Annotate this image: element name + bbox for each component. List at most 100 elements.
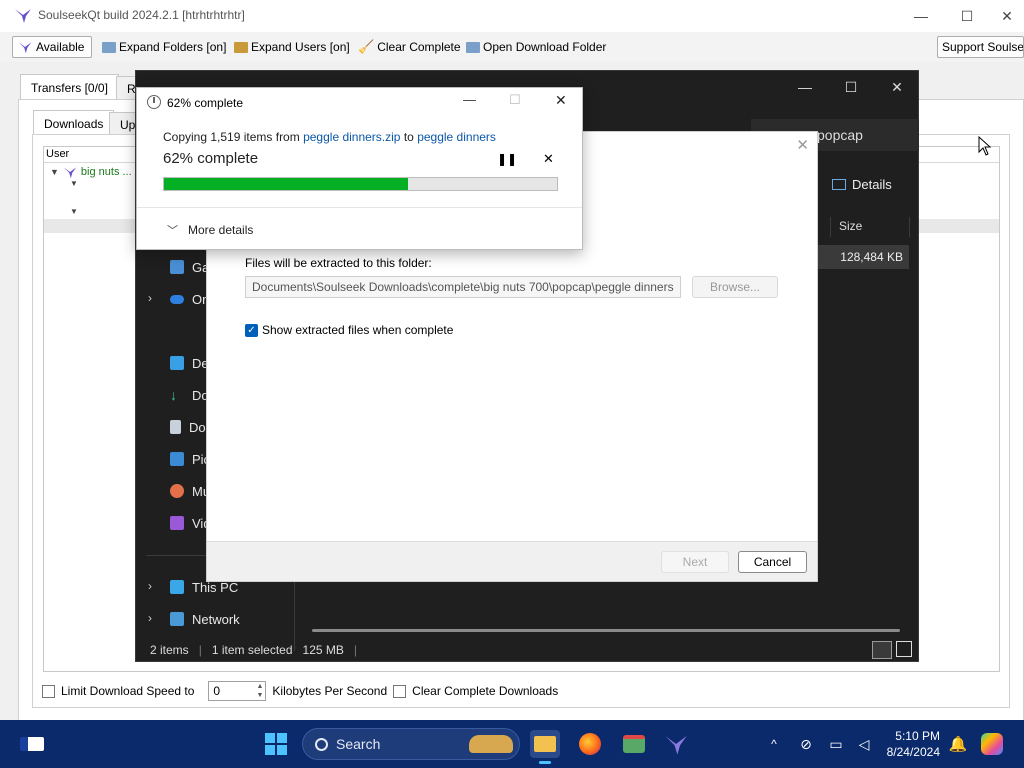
taskbar-search[interactable]: Search xyxy=(302,728,520,760)
explorer-status-bar: 2 items | 1 item selected 125 MB | xyxy=(150,643,358,657)
start-button[interactable] xyxy=(262,730,290,758)
close-button[interactable]: ✕ xyxy=(990,0,1024,32)
browse-label: Browse... xyxy=(709,280,760,294)
expand-folders-button[interactable]: Expand Folders [on] xyxy=(98,36,230,58)
source-link[interactable]: peggle dinners.zip xyxy=(303,130,400,144)
minimize-button[interactable]: — xyxy=(898,0,944,32)
explorer-maximize-button[interactable]: ☐ xyxy=(828,71,874,103)
nav-item-videos[interactable]: Vid xyxy=(170,511,211,535)
horizontal-scrollbar[interactable] xyxy=(312,629,900,632)
details-view-button[interactable] xyxy=(872,641,892,659)
tab-transfers[interactable]: Transfers [0/0] xyxy=(20,74,119,100)
notification-bell-icon[interactable]: 🔔 xyxy=(944,730,972,758)
folder-icon xyxy=(102,41,116,53)
volume-icon[interactable]: ◁ xyxy=(850,730,878,758)
pane-splitter[interactable] xyxy=(294,571,295,651)
windows-logo-icon xyxy=(265,733,287,755)
cancel-copy-icon[interactable]: ✕ xyxy=(543,151,554,167)
details-pane-button[interactable]: Details xyxy=(832,177,892,192)
explorer-minimize-button[interactable]: — xyxy=(782,71,828,103)
chevron-right-icon[interactable]: › xyxy=(148,579,152,593)
open-download-folder-button[interactable]: Open Download Folder xyxy=(462,36,610,58)
column-size-label: Size xyxy=(839,219,863,233)
wizard-footer: Next Cancel xyxy=(207,541,817,581)
desktop-icon xyxy=(170,356,184,370)
selected-file-size-cell[interactable]: 128,484 KB xyxy=(813,245,909,269)
clear-complete-button[interactable]: 🧹 Clear Complete xyxy=(354,36,465,58)
destination-label: Files will be extracted to this folder: xyxy=(245,256,432,270)
explorer-close-button[interactable]: ✕ xyxy=(874,71,920,103)
clear-complete-downloads-label: Clear Complete Downloads xyxy=(412,684,559,698)
copy-minimize-button[interactable]: — xyxy=(463,92,476,107)
available-button[interactable]: Available xyxy=(12,36,92,58)
download-options-row: Limit Download Speed to 0 ▲ ▼ Kilobytes P… xyxy=(42,680,558,702)
nav-item-pictures[interactable]: Pic xyxy=(170,447,210,471)
destination-path-field[interactable]: Documents\Soulseek Downloads\complete\bi… xyxy=(245,276,681,298)
next-button[interactable]: Next xyxy=(661,551,729,573)
more-details-button[interactable]: ﹀ More details xyxy=(167,222,253,238)
tiles-view-button[interactable] xyxy=(896,641,912,657)
nav-item-onedrive[interactable]: On xyxy=(170,287,209,311)
cancel-button[interactable]: Cancel xyxy=(738,551,807,573)
speed-limit-value: 0 xyxy=(213,684,221,698)
speed-unit-label: Kilobytes Per Second xyxy=(272,684,388,698)
destination-link[interactable]: peggle dinners xyxy=(417,130,496,144)
clock-time: 5:10 PM xyxy=(895,729,940,743)
show-hidden-icons-chevron-icon[interactable]: ^ xyxy=(760,730,788,758)
open-download-folder-label: Open Download Folder xyxy=(483,40,607,54)
nav-item-gallery[interactable]: Ga xyxy=(170,255,209,279)
tab-downloads[interactable]: Downloads xyxy=(33,110,115,136)
more-details-label: More details xyxy=(188,223,254,237)
window-title: SoulseekQt build 2024.2.1 [htrhtrhtrhtr] xyxy=(38,8,245,22)
file-explorer-taskbar-icon[interactable] xyxy=(530,730,560,764)
document-icon xyxy=(170,420,181,434)
maximize-button[interactable]: ☐ xyxy=(944,0,990,32)
pause-icon[interactable]: ❚❚ xyxy=(497,152,517,166)
folder-icon xyxy=(466,41,480,53)
nav-item-music[interactable]: Mu xyxy=(170,479,210,503)
system-clock[interactable]: 5:10 PM 8/24/2024 xyxy=(882,728,940,760)
copilot-icon[interactable] xyxy=(978,730,1006,758)
video-icon xyxy=(170,516,184,530)
clear-complete-checkbox[interactable] xyxy=(393,684,407,698)
nav-item-documents[interactable]: Do xyxy=(170,415,206,439)
list-item[interactable]: ▼ big nuts ... xyxy=(50,165,132,179)
chevron-right-icon[interactable]: › xyxy=(148,291,152,305)
expand-arrow-icon[interactable]: ▼ xyxy=(70,179,78,188)
expand-users-button[interactable]: Expand Users [on] xyxy=(230,36,354,58)
download-arrow-icon: ↓ xyxy=(170,387,177,403)
column-header-size[interactable]: Size xyxy=(830,217,910,237)
browse-button[interactable]: Browse... xyxy=(692,276,778,298)
pictures-icon xyxy=(170,452,184,466)
show-files-option[interactable]: ✓ Show extracted files when complete xyxy=(245,323,453,337)
checkbox-checked-icon[interactable]: ✓ xyxy=(245,323,258,337)
copy-close-button[interactable]: ✕ xyxy=(555,92,567,109)
details-label: Details xyxy=(852,177,892,192)
expand-arrow-icon[interactable]: ▼ xyxy=(50,167,59,177)
copy-maximize-button[interactable]: ☐ xyxy=(509,92,521,108)
chevron-right-icon[interactable]: › xyxy=(148,611,152,625)
mlb-widget-icon[interactable] xyxy=(18,730,46,758)
search-highlight-icon xyxy=(469,735,513,753)
display-icon[interactable]: ▭ xyxy=(822,730,850,758)
nav-item-downloads[interactable]: ↓ Do xyxy=(170,383,209,407)
wizard-close-icon[interactable]: ✕ xyxy=(796,136,809,154)
tab-transfers-label: Transfers [0/0] xyxy=(31,80,108,95)
support-soulseek-button[interactable]: Support Soulseek xyxy=(937,36,1024,58)
copy-progress-dialog: 62% complete — ☐ ✕ Copying 1,519 items f… xyxy=(136,87,583,250)
snipping-tool-icon[interactable] xyxy=(620,730,648,758)
nav-item-desktop[interactable]: De xyxy=(170,351,209,375)
users-icon xyxy=(234,41,248,53)
chevron-down-icon: ﹀ xyxy=(167,225,178,237)
available-label: Available xyxy=(36,40,85,54)
computer-icon xyxy=(170,580,184,594)
spin-arrows-icon[interactable]: ▲ ▼ xyxy=(256,682,263,700)
expand-arrow-icon[interactable]: ▼ xyxy=(70,207,78,216)
soulseek-bird-icon xyxy=(18,42,32,54)
soulseek-taskbar-icon[interactable] xyxy=(662,730,690,758)
network-status-icon[interactable]: ⊘ xyxy=(792,730,820,758)
limit-speed-checkbox[interactable] xyxy=(42,684,55,698)
speed-limit-spinbox[interactable]: 0 ▲ ▼ xyxy=(208,681,267,701)
firefox-icon[interactable] xyxy=(576,730,604,758)
nav-item-network[interactable]: Network xyxy=(170,607,240,631)
